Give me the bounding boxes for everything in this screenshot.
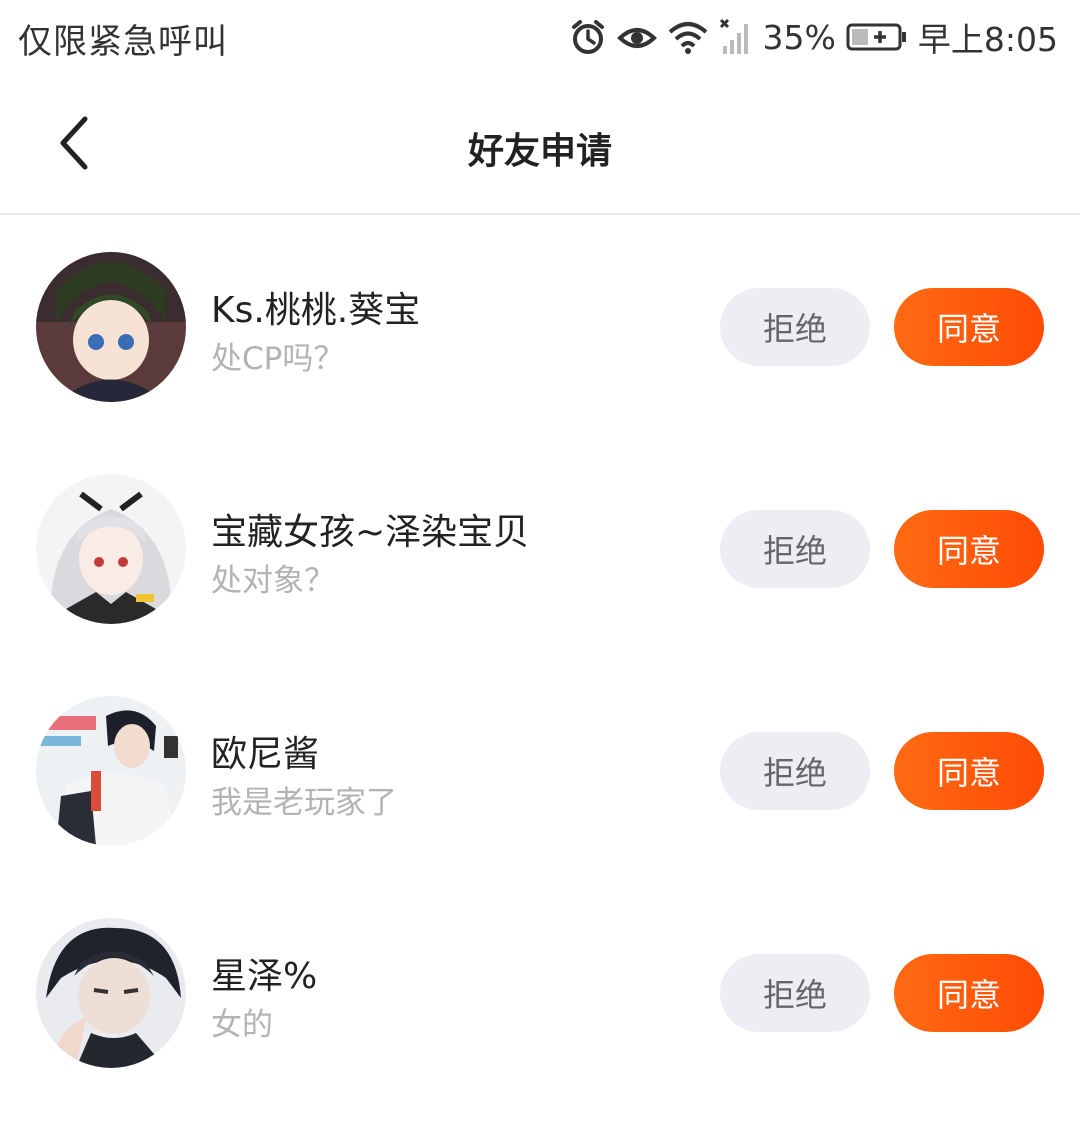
reject-button[interactable]: 拒绝	[720, 288, 870, 366]
wifi-icon	[667, 18, 709, 56]
user-name: 欧尼酱	[211, 734, 320, 775]
battery-percent: 35%	[762, 17, 836, 57]
accept-button[interactable]: 同意	[894, 732, 1044, 810]
list-item: Ks.桃桃.葵宝 处CP吗？ 拒绝 同意	[0, 217, 1080, 439]
accept-button[interactable]: 同意	[894, 954, 1044, 1032]
friend-request-list: Ks.桃桃.葵宝 处CP吗？ 拒绝 同意 宝藏女孩~泽染宝贝 处对象？ 拒绝 同…	[0, 217, 1080, 1105]
carrier-text: 仅限紧急呼叫	[18, 22, 228, 62]
clock: 早上8:05	[917, 20, 1058, 59]
page-title: 好友申请	[467, 131, 612, 172]
reject-button[interactable]: 拒绝	[720, 732, 870, 810]
list-item: 星泽% 女的 拒绝 同意	[0, 883, 1080, 1105]
accept-button[interactable]: 同意	[894, 288, 1044, 366]
signal-icon	[719, 18, 753, 56]
user-name: 星泽%	[211, 956, 318, 997]
battery-icon	[846, 22, 908, 52]
eye-icon	[616, 18, 657, 56]
avatar[interactable]	[36, 918, 186, 1068]
request-message: 处CP吗？	[211, 341, 345, 377]
alarm-icon	[569, 18, 607, 56]
avatar[interactable]	[36, 474, 186, 624]
request-message: 我是老玩家了	[211, 785, 397, 821]
user-name: Ks.桃桃.葵宝	[211, 290, 421, 331]
list-item: 欧尼酱 我是老玩家了 拒绝 同意	[0, 661, 1080, 883]
avatar[interactable]	[36, 252, 186, 402]
user-name: 宝藏女孩~泽染宝贝	[211, 512, 530, 553]
status-indicators: 35% 早上8:05	[569, 12, 1058, 62]
avatar[interactable]	[36, 696, 186, 846]
reject-button[interactable]: 拒绝	[720, 510, 870, 588]
list-item: 宝藏女孩~泽染宝贝 处对象？ 拒绝 同意	[0, 439, 1080, 661]
nav-header: 好友申请	[0, 78, 1080, 215]
status-bar: 仅限紧急呼叫 35% 早上8:05	[0, 0, 1080, 78]
request-message: 女的	[211, 1007, 273, 1043]
accept-button[interactable]: 同意	[894, 510, 1044, 588]
reject-button[interactable]: 拒绝	[720, 954, 870, 1032]
request-message: 处对象？	[211, 563, 335, 599]
